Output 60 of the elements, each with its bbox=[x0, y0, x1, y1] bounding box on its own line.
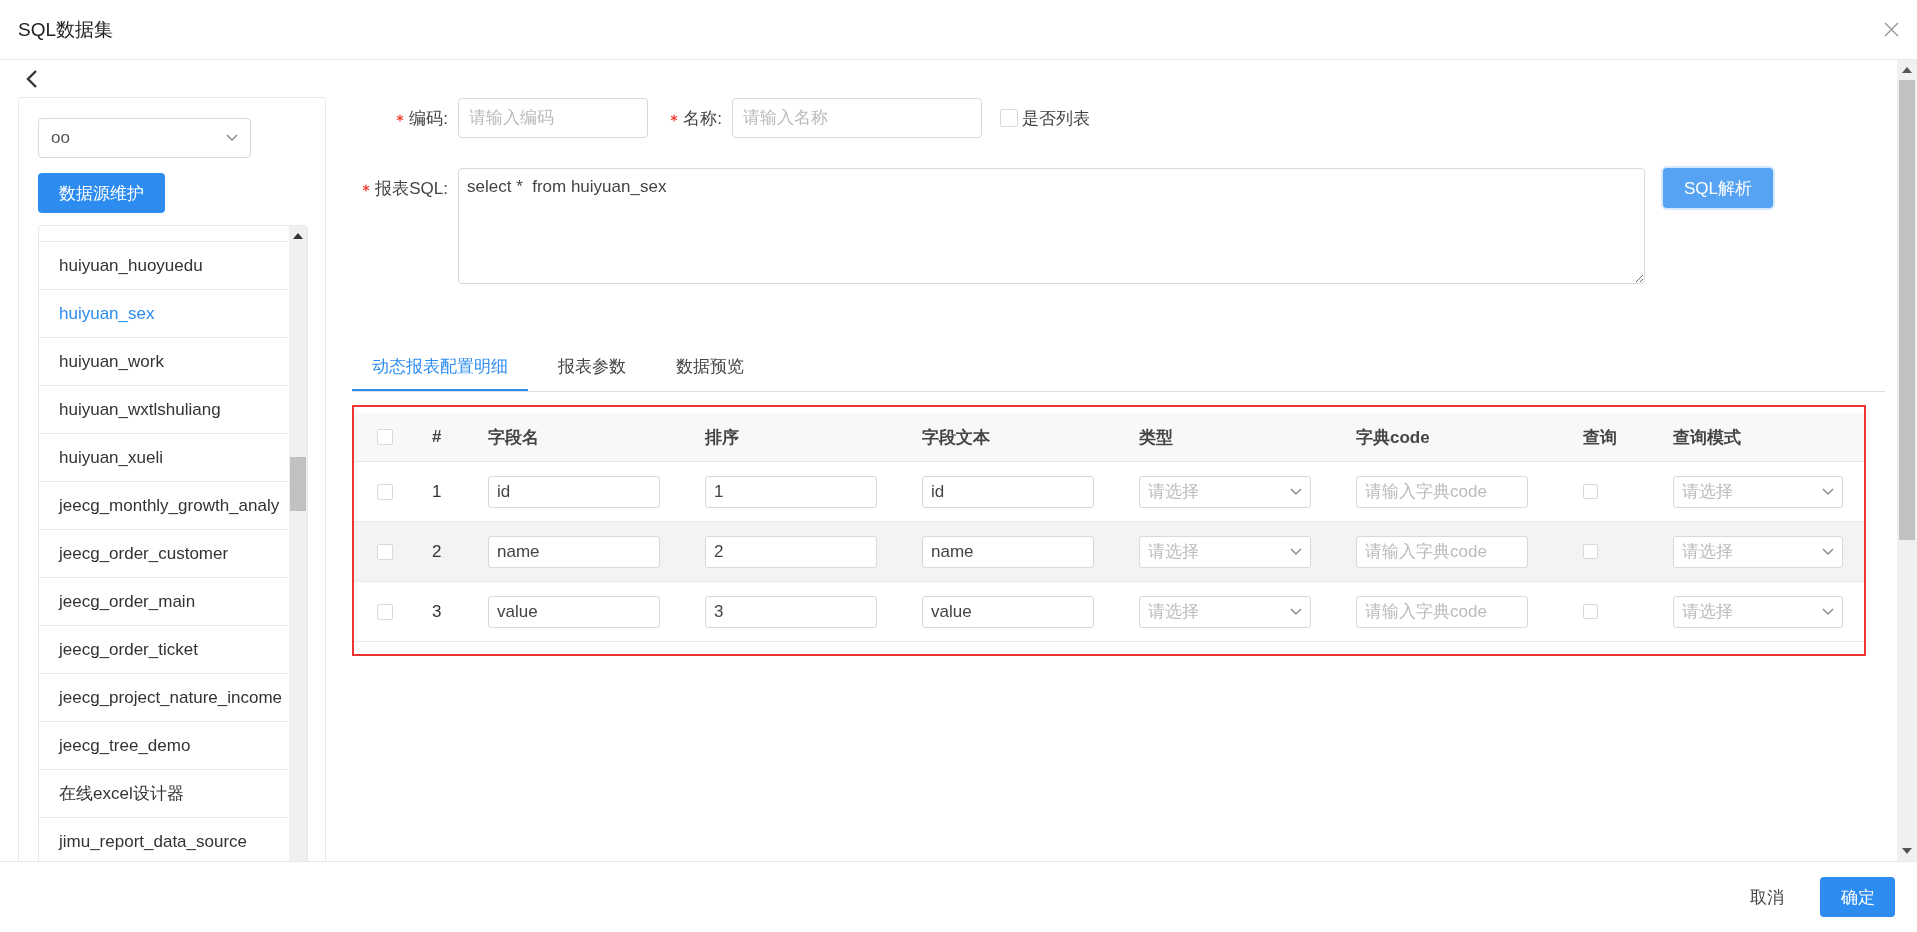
code-label: 编码: bbox=[409, 107, 448, 130]
datasource-select[interactable]: oo bbox=[38, 118, 251, 158]
chevron-down-icon bbox=[226, 134, 238, 142]
dict-code-input[interactable]: 请输入字典code bbox=[1356, 475, 1528, 508]
query-checkbox[interactable] bbox=[1583, 544, 1598, 559]
column-header: 排序 bbox=[705, 426, 739, 449]
row-checkbox[interactable] bbox=[377, 483, 393, 500]
tab[interactable]: 数据预览 bbox=[656, 346, 764, 391]
row-number: 1 bbox=[432, 481, 442, 502]
column-header: 字段文本 bbox=[922, 426, 990, 449]
select-all-checkbox[interactable] bbox=[377, 429, 393, 445]
close-icon[interactable] bbox=[1884, 22, 1899, 37]
field-name-input[interactable]: name bbox=[488, 535, 660, 568]
field-text-input[interactable]: name bbox=[922, 535, 1094, 568]
tab[interactable]: 报表参数 bbox=[538, 346, 646, 391]
back-chevron-icon[interactable] bbox=[26, 70, 38, 88]
field-text-input[interactable]: id bbox=[922, 475, 1094, 508]
column-header: 字段名 bbox=[488, 426, 539, 449]
scrollbar[interactable] bbox=[1897, 60, 1917, 861]
column-header: 查询 bbox=[1583, 426, 1617, 449]
field-name-input[interactable]: value bbox=[488, 595, 660, 628]
scrollbar-thumb[interactable] bbox=[1899, 80, 1915, 540]
column-header: 字典code bbox=[1356, 426, 1430, 449]
chevron-down-icon bbox=[1822, 487, 1834, 496]
chevron-down-icon bbox=[1822, 607, 1834, 616]
scroll-up-arrow-icon[interactable] bbox=[293, 233, 303, 239]
dict-code-input[interactable]: 请输入字典code bbox=[1356, 595, 1528, 628]
cancel-button[interactable]: 取消 bbox=[1744, 884, 1790, 910]
name-input[interactable]: 请输入名称 bbox=[732, 98, 982, 138]
dialog-title: SQL数据集 bbox=[18, 17, 114, 42]
order-input[interactable]: 2 bbox=[705, 535, 877, 568]
scrollbar-thumb[interactable] bbox=[290, 457, 306, 511]
dict-code-input[interactable]: 请输入字典code bbox=[1356, 535, 1528, 568]
column-header: # bbox=[432, 427, 442, 447]
chevron-down-icon bbox=[1290, 487, 1302, 496]
row-number: 3 bbox=[432, 601, 442, 622]
query-checkbox[interactable] bbox=[1583, 484, 1598, 499]
column-header: 查询模式 bbox=[1673, 426, 1741, 449]
order-input[interactable]: 3 bbox=[705, 595, 877, 628]
column-header: 类型 bbox=[1139, 426, 1173, 449]
scrollbar[interactable] bbox=[289, 226, 307, 861]
is-list-checkbox[interactable] bbox=[1000, 109, 1018, 127]
query-checkbox[interactable] bbox=[1583, 604, 1598, 619]
field-name-input[interactable]: id bbox=[488, 475, 660, 508]
row-number: 2 bbox=[432, 541, 442, 562]
row-checkbox[interactable] bbox=[377, 603, 393, 620]
sql-textarea[interactable]: select * from huiyuan_sex bbox=[458, 168, 1645, 284]
chevron-down-icon bbox=[1290, 547, 1302, 556]
code-input[interactable]: 请输入编码 bbox=[458, 98, 648, 138]
row-checkbox[interactable] bbox=[377, 543, 393, 560]
chevron-down-icon bbox=[1822, 547, 1834, 556]
is-list-label: 是否列表 bbox=[1022, 107, 1090, 130]
scroll-down-arrow-icon[interactable] bbox=[1902, 848, 1912, 854]
sql-label: 报表SQL: bbox=[375, 177, 448, 200]
scroll-up-arrow-icon[interactable] bbox=[1902, 67, 1912, 73]
tab[interactable]: 动态报表配置明细 bbox=[352, 346, 528, 391]
field-text-input[interactable]: value bbox=[922, 595, 1094, 628]
name-label: 名称: bbox=[683, 107, 722, 130]
chevron-down-icon bbox=[1290, 607, 1302, 616]
order-input[interactable]: 1 bbox=[705, 475, 877, 508]
